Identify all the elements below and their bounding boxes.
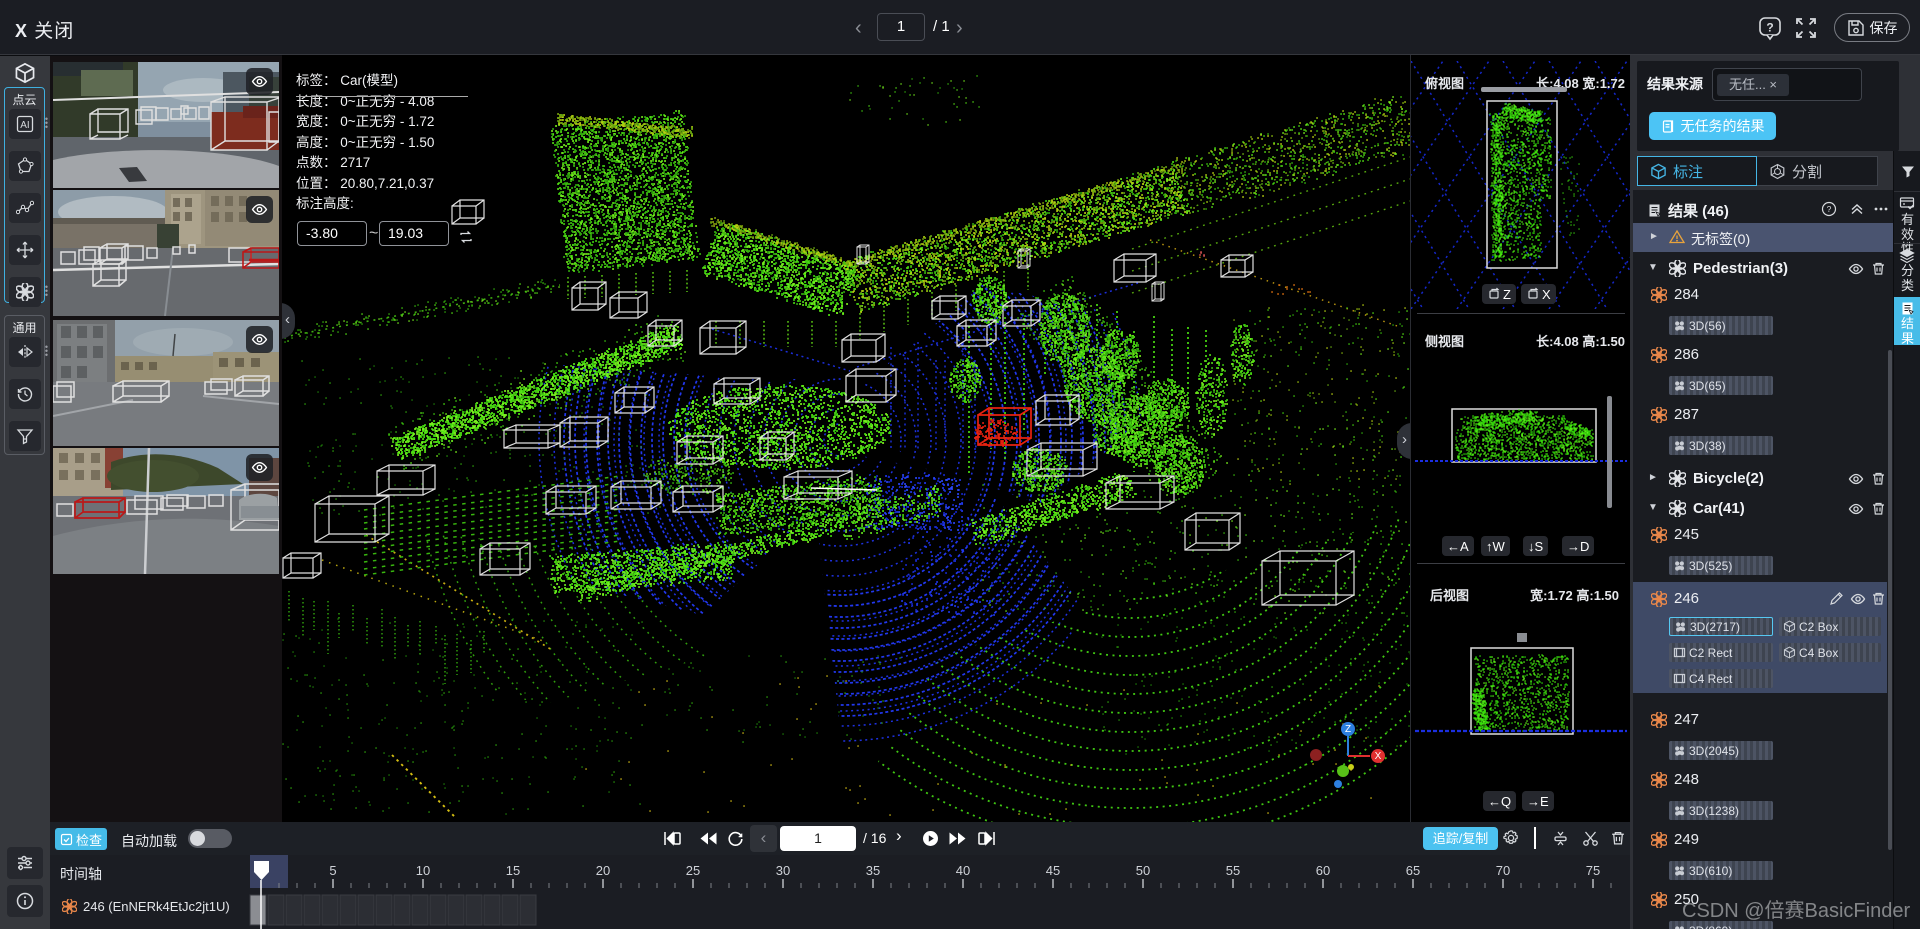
svg-text:Z: Z	[1345, 724, 1351, 735]
svg-text:?: ?	[1766, 21, 1773, 35]
svg-text:5: 5	[329, 863, 336, 878]
svg-text:75: 75	[1586, 863, 1600, 878]
svg-text:45: 45	[1046, 863, 1060, 878]
svg-text:?: ?	[1827, 204, 1832, 214]
svg-text:X: X	[1375, 751, 1382, 762]
svg-text:70: 70	[1496, 863, 1510, 878]
svg-text:55: 55	[1226, 863, 1240, 878]
svg-text:20: 20	[596, 863, 610, 878]
svg-text:40: 40	[956, 863, 970, 878]
svg-text:AI: AI	[20, 120, 29, 131]
svg-text:50: 50	[1136, 863, 1150, 878]
svg-text:25: 25	[686, 863, 700, 878]
svg-text:35: 35	[866, 863, 880, 878]
svg-text:65: 65	[1406, 863, 1420, 878]
svg-text:15: 15	[506, 863, 520, 878]
svg-text:60: 60	[1316, 863, 1330, 878]
svg-text:30: 30	[776, 863, 790, 878]
svg-text:10: 10	[416, 863, 430, 878]
